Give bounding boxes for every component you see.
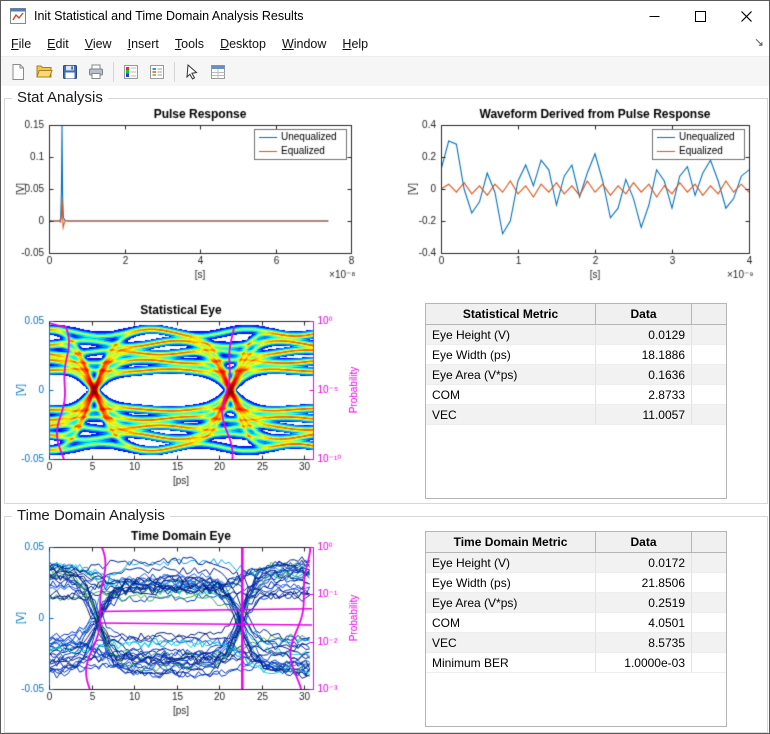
table-row: Eye Height (V)0.0129 xyxy=(426,325,726,345)
menu-item-view[interactable]: View xyxy=(77,34,120,54)
table-header-metric: Time Domain Metric xyxy=(426,532,596,552)
metric-value-cell: 4.0501 xyxy=(596,613,692,632)
menu-item-desktop[interactable]: Desktop xyxy=(212,34,274,54)
metric-name-cell: Eye Width (ps) xyxy=(426,345,596,364)
dock-figure-icon[interactable]: ↘ xyxy=(754,35,764,49)
maximize-button[interactable] xyxy=(677,1,723,31)
figure-content: Stat Analysis Statistical MetricDataEye … xyxy=(1,86,769,733)
metric-value-cell: 18.1886 xyxy=(596,345,692,364)
metric-name-cell: Eye Width (ps) xyxy=(426,573,596,592)
statistical-metrics-table: Statistical MetricDataEye Height (V)0.01… xyxy=(425,303,727,499)
edit-plot-icon xyxy=(183,63,201,81)
metric-value-cell: 11.0057 xyxy=(596,405,692,424)
metric-name-cell: COM xyxy=(426,385,596,404)
time-domain-eye-chart xyxy=(9,527,361,729)
stat-analysis-panel: Stat Analysis Statistical MetricDataEye … xyxy=(4,98,768,504)
menu-item-edit[interactable]: Edit xyxy=(39,34,77,54)
menu-bar: FileEditViewInsertToolsDesktopWindowHelp… xyxy=(1,31,769,57)
menu-item-help[interactable]: Help xyxy=(334,34,376,54)
table-row: Eye Area (V*ps)0.1636 xyxy=(426,365,726,385)
menu-item-file[interactable]: File xyxy=(3,34,39,54)
table-row: COM4.0501 xyxy=(426,613,726,633)
pulse-response-chart xyxy=(9,105,361,297)
open-file-button[interactable] xyxy=(31,60,57,84)
table-row: Eye Width (ps)21.8506 xyxy=(426,573,726,593)
table-row: Minimum BER1.0000e-03 xyxy=(426,653,726,673)
table-row: COM2.8733 xyxy=(426,385,726,405)
waveform-chart xyxy=(401,105,761,297)
time-panel-title: Time Domain Analysis xyxy=(12,507,170,524)
save-figure-button[interactable] xyxy=(57,60,83,84)
table-row: Eye Width (ps)18.1886 xyxy=(426,345,726,365)
insert-colorbar-icon xyxy=(122,63,140,81)
window-controls xyxy=(631,1,769,31)
toolbar xyxy=(1,57,769,87)
close-icon xyxy=(741,11,752,22)
metric-name-cell: Eye Height (V) xyxy=(426,325,596,344)
table-row: Eye Area (V*ps)0.2519 xyxy=(426,593,726,613)
toolbar-separator xyxy=(113,62,114,82)
minimize-icon xyxy=(649,11,660,22)
print-figure-icon xyxy=(87,63,105,81)
metric-value-cell: 21.8506 xyxy=(596,573,692,592)
statistical-eye-chart xyxy=(9,301,361,499)
table-header-data: Data xyxy=(596,304,692,324)
new-figure-icon xyxy=(9,63,27,81)
metric-value-cell: 0.1636 xyxy=(596,365,692,384)
metric-name-cell: COM xyxy=(426,613,596,632)
property-inspector-icon xyxy=(209,63,227,81)
table-header-metric: Statistical Metric xyxy=(426,304,596,324)
metric-name-cell: Eye Height (V) xyxy=(426,553,596,572)
figure-icon xyxy=(10,8,26,24)
metric-name-cell: VEC xyxy=(426,405,596,424)
table-row: VEC11.0057 xyxy=(426,405,726,425)
table-row: Eye Height (V)0.0172 xyxy=(426,553,726,573)
insert-legend-icon xyxy=(148,63,166,81)
time-domain-metrics-table: Time Domain MetricDataEye Height (V)0.01… xyxy=(425,531,727,727)
edit-plot-button[interactable] xyxy=(179,60,205,84)
title-bar: Init Statistical and Time Domain Analysi… xyxy=(1,1,769,31)
window-title: Init Statistical and Time Domain Analysi… xyxy=(34,9,304,23)
toolbar-separator xyxy=(174,62,175,82)
metric-name-cell: Minimum BER xyxy=(426,653,596,672)
property-inspector-button[interactable] xyxy=(205,60,231,84)
metric-value-cell: 0.2519 xyxy=(596,593,692,612)
metric-value-cell: 8.5735 xyxy=(596,633,692,652)
open-file-icon xyxy=(35,63,53,81)
close-button[interactable] xyxy=(723,1,769,31)
menu-item-tools[interactable]: Tools xyxy=(167,34,212,54)
insert-colorbar-button[interactable] xyxy=(118,60,144,84)
table-header-data: Data xyxy=(596,532,692,552)
time-domain-analysis-panel: Time Domain Analysis Time Domain MetricD… xyxy=(4,516,768,733)
new-figure-button[interactable] xyxy=(5,60,31,84)
menu-item-window[interactable]: Window xyxy=(274,34,334,54)
figure-window: Init Statistical and Time Domain Analysi… xyxy=(0,0,770,734)
metric-name-cell: Eye Area (V*ps) xyxy=(426,365,596,384)
stat-panel-title: Stat Analysis xyxy=(12,89,108,106)
metric-name-cell: Eye Area (V*ps) xyxy=(426,593,596,612)
maximize-icon xyxy=(695,11,706,22)
table-header-row: Statistical MetricData xyxy=(426,304,726,325)
metric-value-cell: 2.8733 xyxy=(596,385,692,404)
save-figure-icon xyxy=(61,63,79,81)
table-row: VEC8.5735 xyxy=(426,633,726,653)
metric-value-cell: 1.0000e-03 xyxy=(596,653,692,672)
print-figure-button[interactable] xyxy=(83,60,109,84)
metric-value-cell: 0.0172 xyxy=(596,553,692,572)
metric-name-cell: VEC xyxy=(426,633,596,652)
minimize-button[interactable] xyxy=(631,1,677,31)
menu-item-insert[interactable]: Insert xyxy=(120,34,167,54)
table-header-row: Time Domain MetricData xyxy=(426,532,726,553)
metric-value-cell: 0.0129 xyxy=(596,325,692,344)
insert-legend-button[interactable] xyxy=(144,60,170,84)
